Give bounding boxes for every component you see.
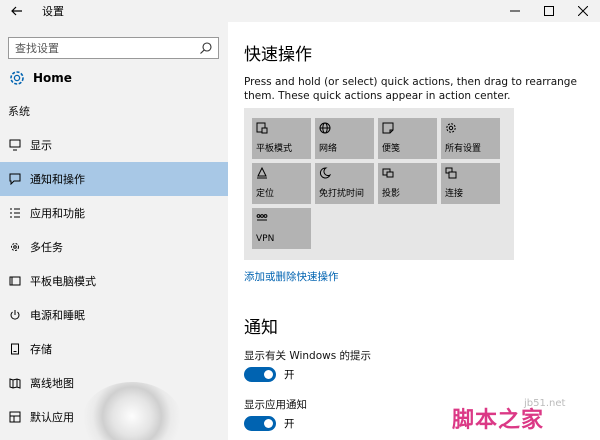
power-icon	[8, 308, 22, 322]
sidebar-item-power[interactable]: 电源和睡眠	[0, 298, 228, 332]
vpn-icon	[256, 214, 268, 221]
search-box[interactable]	[8, 37, 219, 59]
app-notifications-state: 开	[284, 418, 295, 430]
back-button[interactable]	[0, 0, 34, 22]
project-icon	[382, 168, 394, 178]
add-remove-quick-actions-link[interactable]: 添加或删除快速操作	[244, 269, 339, 284]
note-icon	[382, 122, 394, 134]
search-icon[interactable]	[199, 41, 213, 58]
gear-icon	[446, 123, 456, 133]
sidebar-item-multitask[interactable]: 多任务	[0, 230, 228, 264]
tile-label: 连接	[445, 189, 464, 199]
sidebar-item-label: 多任务	[30, 241, 63, 254]
sidebar-item-label: 通知和操作	[30, 173, 85, 186]
tile-label: 定位	[256, 189, 275, 199]
sidebar-item-tablet[interactable]: 平板电脑模式	[0, 264, 228, 298]
notification-icon	[8, 172, 22, 186]
windows-tips-label: 显示有关 Windows 的提示	[244, 350, 372, 362]
app-notifications-label: 显示应用通知	[244, 399, 307, 411]
tile-label: 所有设置	[445, 144, 482, 154]
tile-label: 网络	[319, 144, 338, 154]
quick-action-tile-vpn[interactable]: VPN	[252, 208, 311, 249]
maximize-button[interactable]	[532, 0, 566, 22]
windows-tips-toggle[interactable]	[244, 367, 276, 382]
notifications-title: 通知	[244, 318, 278, 338]
quick-action-tile-quiet-hours[interactable]: 免打扰时间	[315, 163, 374, 204]
gear-icon	[10, 71, 24, 85]
display-icon	[8, 138, 22, 152]
sidebar-item-label: 显示	[30, 139, 52, 152]
tile-label: 投影	[382, 189, 401, 199]
window-controls	[498, 0, 600, 22]
tablet-icon	[8, 274, 22, 288]
apps-list-icon	[8, 206, 22, 220]
sidebar-item-storage[interactable]: 存储	[0, 332, 228, 366]
sidebar-item-label: 离线地图	[30, 377, 74, 390]
tile-label: 免打扰时间	[319, 189, 365, 199]
multitask-icon	[8, 240, 22, 254]
app-notifications-toggle[interactable]	[244, 416, 276, 431]
close-button[interactable]	[566, 0, 600, 22]
quick-action-tile-connect[interactable]: 连接	[441, 163, 500, 204]
quick-action-tile-note[interactable]: 便笺	[378, 118, 437, 159]
tile-label: 便笺	[382, 144, 401, 154]
back-arrow-icon	[11, 6, 22, 16]
window-title: 设置	[42, 5, 64, 18]
sidebar-item-notifications[interactable]: 通知和操作	[0, 162, 228, 196]
minimize-button[interactable]	[498, 0, 532, 22]
sidebar-item-label: 默认应用	[30, 411, 74, 424]
quick-actions-description: Press and hold (or select) quick actions…	[244, 76, 577, 102]
sidebar-item-display[interactable]: 显示	[0, 128, 228, 162]
watermark-text: 脚本之家	[452, 407, 545, 433]
minimize-icon	[510, 10, 520, 12]
search-input[interactable]	[15, 41, 195, 55]
quick-actions-panel: 平板模式 网络 便笺 所有设置 定位 免打扰时间 投影 连接 VPN	[244, 108, 514, 260]
moon-icon	[319, 167, 331, 179]
location-icon	[257, 167, 267, 179]
default-apps-icon	[8, 410, 22, 424]
sidebar-item-apps[interactable]: 应用和功能	[0, 196, 228, 230]
maximize-icon	[544, 6, 554, 16]
title-bar: 设置	[0, 0, 600, 22]
quick-action-tile-network[interactable]: 网络	[315, 118, 374, 159]
tile-label: VPN	[256, 234, 275, 244]
storage-icon	[8, 342, 22, 356]
quick-action-tile-project[interactable]: 投影	[378, 163, 437, 204]
sidebar-item-label: 存储	[30, 343, 52, 356]
globe-icon	[319, 122, 331, 134]
tile-label: 平板模式	[256, 144, 293, 154]
quick-action-tile-all-settings[interactable]: 所有设置	[441, 118, 500, 159]
main-content: 快速操作 Press and hold (or select) quick ac…	[228, 22, 600, 440]
tablet-mode-icon	[256, 122, 268, 134]
quick-action-tile-location[interactable]: 定位	[252, 163, 311, 204]
map-icon	[8, 376, 22, 390]
home-nav[interactable]: Home	[8, 68, 72, 88]
windows-tips-state: 开	[284, 369, 295, 381]
quick-actions-title: 快速操作	[244, 45, 312, 65]
connect-icon	[445, 167, 457, 179]
sidebar: Home 系统 显示 通知和操作 应用和功能 多任务 平板电脑模式 电源和睡眠	[0, 22, 228, 440]
sidebar-item-label: 电源和睡眠	[30, 309, 85, 322]
sidebar-item-label: 应用和功能	[30, 207, 85, 220]
close-icon	[578, 6, 588, 16]
quick-action-tile-tablet-mode[interactable]: 平板模式	[252, 118, 311, 159]
section-title: 系统	[8, 105, 30, 118]
home-label: Home	[33, 71, 72, 85]
sidebar-item-label: 平板电脑模式	[30, 275, 96, 288]
